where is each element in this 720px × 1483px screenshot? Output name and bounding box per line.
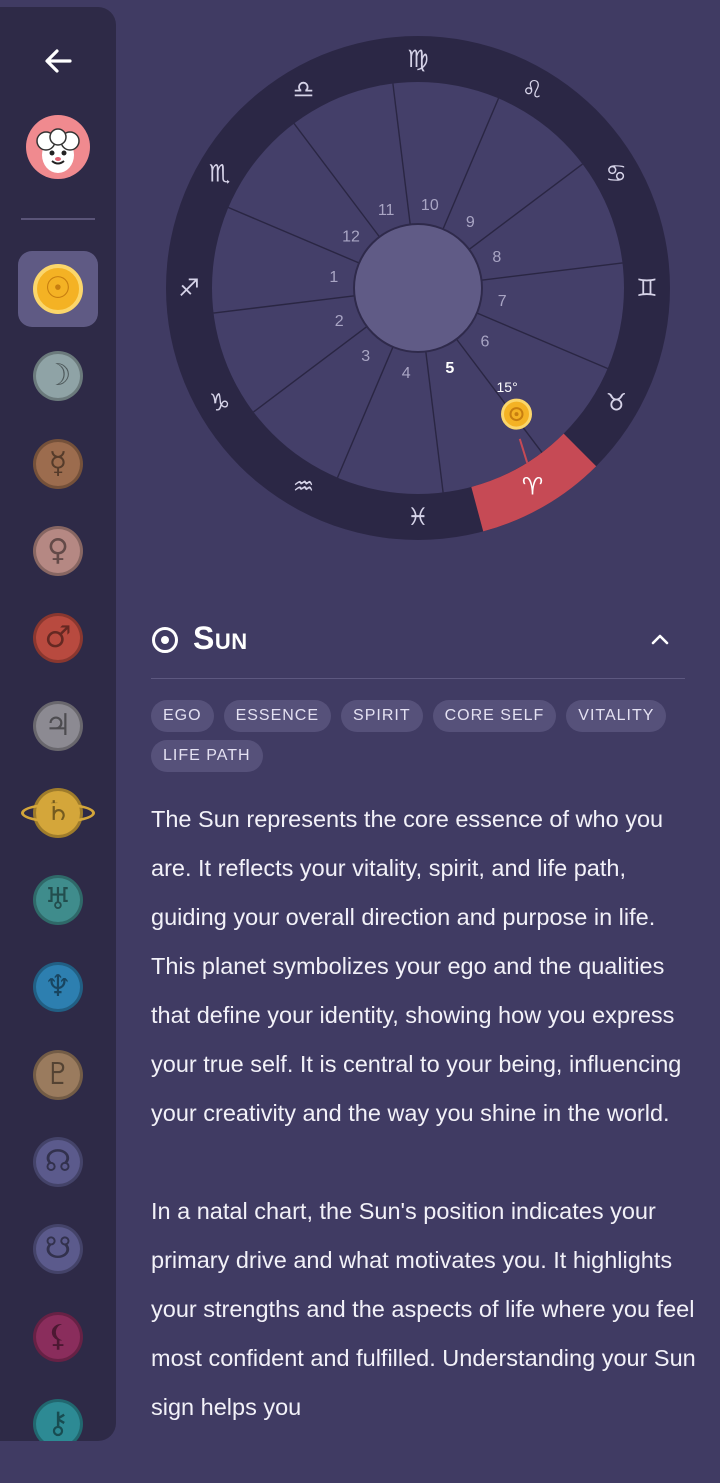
zodiac-sign-glyph: ♐	[178, 274, 200, 302]
mars-icon: ♂	[33, 613, 83, 664]
keyword-tag: SPIRIT	[341, 700, 423, 732]
sun-icon: ☉	[33, 264, 83, 314]
venus-icon: ♀	[33, 525, 83, 576]
house-number: 2	[335, 313, 344, 330]
zodiac-sign-glyph: ♊	[636, 274, 658, 302]
house-number: 5	[445, 360, 454, 377]
planet-title: Sun	[193, 620, 248, 656]
house-number: 10	[421, 197, 439, 214]
ram-avatar-icon	[36, 128, 80, 173]
north-node-icon: ☊	[33, 1137, 83, 1187]
planet-description: The Sun represents the core essence of w…	[151, 795, 696, 1481]
planet-item-south-node[interactable]: ☋	[18, 1211, 98, 1287]
description-paragraph: The Sun represents the core essence of w…	[151, 806, 682, 1126]
planet-degree: 15°	[497, 379, 518, 395]
house-number: 3	[361, 348, 370, 365]
planet-item-saturn[interactable]: ♄	[18, 775, 98, 851]
house-number: 12	[342, 229, 360, 246]
sidebar-divider	[21, 218, 95, 220]
house-number: 1	[329, 269, 338, 286]
house-number: 8	[492, 249, 501, 266]
sun-marker-dot	[514, 412, 519, 417]
sun-symbol-icon	[152, 627, 178, 653]
zodiac-sign-glyph: ♏	[209, 160, 231, 188]
zodiac-sign-glyph: ♒	[293, 472, 315, 500]
house-number: 11	[378, 202, 395, 219]
house-number: 7	[498, 293, 507, 310]
saturn-ring-icon	[21, 802, 95, 823]
planet-item-chiron[interactable]: ⚷	[18, 1386, 98, 1441]
arrow-left-icon	[45, 49, 72, 73]
planet-item-uranus[interactable]: ♅	[18, 862, 98, 938]
keyword-tag: VITALITY	[566, 700, 667, 732]
planet-item-lilith[interactable]: ⚸	[18, 1299, 98, 1375]
planet-item-north-node[interactable]: ☊	[18, 1124, 98, 1200]
zodiac-sign-glyph: ♋	[606, 160, 628, 188]
planet-header[interactable]: Sun	[151, 612, 685, 679]
planet-sidebar: ☉ ☽ ☿ ♀ ♂ ♃ ♄ ♅ ♆ ♇ ☊ ☋ ⚸ ⚷	[0, 7, 116, 1441]
house-number: 9	[466, 214, 475, 231]
south-node-icon: ☋	[33, 1224, 83, 1275]
neptune-icon: ♆	[33, 962, 83, 1013]
natal-chart-wheel[interactable]: ♍ ♌ ♋ ♊ ♉ ♈ ♓ ♒ ♑ ♐ ♏ ♎ 10 9 8 7 6 5 4 3 2 1 12 11 15°	[166, 36, 670, 540]
back-button[interactable]	[38, 41, 78, 81]
keyword-tag: CORE SELF	[432, 700, 557, 732]
zodiac-sign-glyph: ♎	[293, 76, 315, 104]
avatar[interactable]	[26, 115, 90, 179]
chart-center	[353, 223, 483, 353]
house-number: 6	[481, 333, 490, 350]
zodiac-sign-glyph: ♑	[209, 389, 231, 417]
planet-item-sun[interactable]: ☉	[18, 251, 98, 327]
zodiac-sign-glyph: ♈	[522, 472, 544, 500]
zodiac-sign-glyph: ♍	[407, 45, 429, 73]
keyword-tags: EGO ESSENCE SPIRIT CORE SELF VITALITY LIFE PA…	[151, 700, 691, 780]
chevron-up-icon[interactable]	[649, 628, 671, 650]
keyword-tag: EGO	[151, 700, 214, 732]
keyword-tag: LIFE PATH	[151, 740, 263, 772]
planet-item-venus[interactable]: ♀	[18, 513, 98, 589]
planet-item-moon[interactable]: ☽	[18, 338, 98, 414]
chiron-icon: ⚷	[33, 1398, 83, 1441]
description-paragraph: In a natal chart, the Sun's position ind…	[151, 1198, 696, 1420]
jupiter-icon: ♃	[33, 700, 83, 751]
pluto-icon: ♇	[33, 1049, 83, 1100]
planet-item-neptune[interactable]: ♆	[18, 949, 98, 1025]
keyword-tag: ESSENCE	[223, 700, 332, 732]
lilith-icon: ⚸	[33, 1311, 83, 1362]
house-number: 4	[402, 365, 411, 382]
planet-item-jupiter[interactable]: ♃	[18, 688, 98, 764]
zodiac-sign-glyph: ♉	[606, 389, 628, 417]
planet-item-mars[interactable]: ♂	[18, 600, 98, 676]
moon-icon: ☽	[33, 351, 83, 402]
uranus-icon: ♅	[33, 875, 83, 926]
planet-item-pluto[interactable]: ♇	[18, 1037, 98, 1113]
planet-item-mercury[interactable]: ☿	[18, 426, 98, 502]
mercury-icon: ☿	[33, 438, 83, 489]
zodiac-sign-glyph: ♓	[407, 503, 429, 531]
zodiac-sign-glyph: ♌	[522, 76, 544, 104]
